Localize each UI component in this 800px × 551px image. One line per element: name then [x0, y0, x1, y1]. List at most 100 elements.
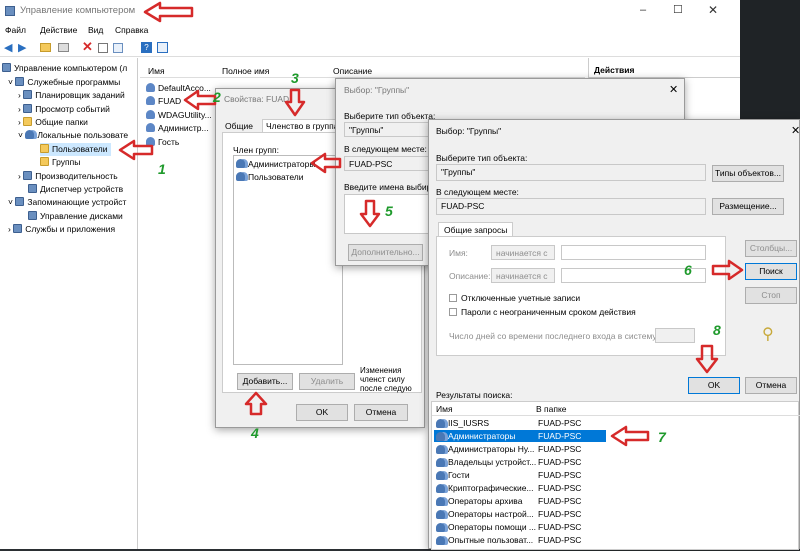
days-since-logon-label: Число дней со времени последнего входа в… [449, 331, 660, 341]
list-item[interactable]: Администраторы [236, 158, 315, 171]
list-item[interactable]: DefaultAcco... [146, 82, 211, 95]
step-number-5: 5 [385, 203, 393, 219]
close-icon[interactable]: ✕ [708, 3, 718, 17]
tree-item-groups[interactable]: Группы [40, 156, 80, 169]
location-label: В следующем месте: [344, 144, 427, 154]
column-name[interactable]: Имя [436, 404, 453, 414]
console-tree: Управление компьютером (л ˅ Служебные пр… [0, 58, 138, 549]
menu-action[interactable]: Действие [40, 25, 77, 35]
maximize-icon[interactable]: ☐ [673, 3, 683, 16]
tree-item-task-scheduler[interactable]: › Планировщик заданий [18, 89, 125, 102]
list-item[interactable]: WDAGUtility... [146, 109, 212, 122]
tree-item-device-manager[interactable]: Диспетчер устройств [28, 183, 123, 196]
name-input[interactable] [561, 245, 706, 260]
step-number-6: 6 [684, 262, 692, 278]
delete-icon[interactable]: ✕ [82, 39, 93, 55]
table-row[interactable]: Операторы настрой... FUAD-PSC [434, 508, 602, 520]
device-icon [28, 184, 37, 193]
tree-item-computer-management[interactable]: Управление компьютером (л [2, 62, 127, 75]
menu-bar: Файл Действие Вид Справка [0, 23, 740, 38]
remove-button[interactable]: Удалить [299, 373, 355, 390]
table-row[interactable]: Опытные пользоват... FUAD-PSC [434, 534, 602, 546]
menu-view[interactable]: Вид [88, 25, 103, 35]
refresh-icon[interactable] [113, 43, 123, 53]
table-row[interactable]: Гости FUAD-PSC [434, 469, 602, 481]
tab-common-queries[interactable]: Общие запросы [438, 222, 514, 237]
group-icon [436, 445, 445, 454]
disabled-accounts-checkbox[interactable]: Отключенные учетные записи [449, 293, 580, 303]
columns-button[interactable]: Столбцы... [745, 240, 797, 257]
description-condition-select[interactable]: начинается с [491, 268, 555, 283]
computer-icon [2, 63, 11, 72]
ok-button[interactable]: OK [296, 404, 348, 421]
cancel-button[interactable]: Отмена [354, 404, 408, 421]
group-icon [436, 484, 445, 493]
column-description[interactable]: Описание [333, 66, 372, 76]
result-folder: FUAD-PSC [538, 444, 582, 454]
tree-item-storage[interactable]: ˅ Запоминающие устройст [8, 196, 126, 209]
tree-item-performance[interactable]: › Производительность [18, 170, 118, 183]
table-row[interactable]: IIS_IUSRS FUAD-PSC [434, 417, 602, 429]
stop-button[interactable]: Стоп [745, 287, 797, 304]
list-item[interactable]: Пользователи [236, 171, 303, 184]
tree-item-local-users[interactable]: ˅ Локальные пользовате [18, 129, 128, 142]
tree-item-users[interactable]: Пользователи [40, 143, 112, 156]
tree-item-shared-folders[interactable]: › Общие папки [18, 116, 88, 129]
list-item[interactable]: Гость [146, 136, 179, 149]
help-icon[interactable]: ? [141, 42, 152, 53]
minimize-icon[interactable]: – [640, 4, 646, 16]
list-item[interactable]: FUAD [146, 95, 181, 108]
table-row[interactable]: Администраторы FUAD-PSC [434, 430, 606, 442]
tree-item-services[interactable]: › Службы и приложения [8, 223, 115, 236]
group-icon [436, 419, 445, 428]
results-header: Имя В папке [432, 402, 800, 416]
ok-button[interactable]: OK [688, 377, 740, 394]
services-icon [13, 224, 23, 233]
up-folder-icon[interactable] [40, 43, 51, 52]
non-expiring-passwords-checkbox[interactable]: Пароли с неограниченным сроком действия [449, 307, 636, 317]
member-of-label: Член групп: [233, 145, 279, 155]
days-since-logon-select[interactable] [655, 328, 695, 343]
close-icon[interactable]: ✕ [791, 124, 800, 137]
table-row[interactable]: Операторы архива FUAD-PSC [434, 495, 602, 507]
table-row[interactable]: Владельцы устройст... FUAD-PSC [434, 456, 602, 468]
result-name: Криптографические... [448, 483, 534, 493]
forward-icon[interactable]: ▶ [18, 41, 26, 54]
menu-help[interactable]: Справка [115, 25, 148, 35]
console-icon[interactable] [58, 43, 69, 52]
back-icon[interactable]: ◀ [4, 41, 12, 54]
name-condition-select[interactable]: начинается с [491, 245, 555, 260]
column-folder[interactable]: В папке [536, 404, 567, 414]
table-row[interactable]: Криптографические... FUAD-PSC [434, 482, 602, 494]
result-name: Гости [448, 470, 470, 480]
add-button[interactable]: Добавить... [237, 373, 293, 390]
menu-file[interactable]: Файл [5, 25, 26, 35]
close-icon[interactable]: ✕ [669, 83, 678, 96]
change-note: Изменения членст силу после следую польз… [360, 366, 412, 393]
checkbox-icon [449, 294, 457, 302]
result-name: Операторы архива [448, 496, 523, 506]
locations-button[interactable]: Размещение... [712, 198, 784, 215]
panel-icon[interactable] [157, 42, 168, 53]
users-icon [25, 130, 35, 139]
object-types-button[interactable]: Типы объектов... [712, 165, 784, 182]
column-name[interactable]: Имя [148, 66, 165, 76]
performance-icon [23, 171, 33, 180]
search-button[interactable]: Поиск [745, 263, 797, 280]
tree-item-system-tools[interactable]: ˅ Служебные программы [8, 76, 120, 89]
column-full-name[interactable]: Полное имя [222, 66, 269, 76]
cancel-button[interactable]: Отмена [745, 377, 797, 394]
toolbar: ◀ ▶ ✕ ? [0, 39, 740, 57]
title-bar: Управление компьютером – ☐ ✕ [0, 0, 740, 22]
location-field: FUAD-PSC [344, 156, 429, 171]
tree-item-event-viewer[interactable]: › Просмотр событий [18, 103, 110, 116]
table-row[interactable]: Администраторы Ну... FUAD-PSC [434, 443, 602, 455]
tree-item-disk-management[interactable]: Управление дисками [28, 210, 123, 223]
result-name: Операторы настрой... [448, 509, 534, 519]
table-row[interactable]: Операторы помощи ... FUAD-PSC [434, 521, 602, 533]
tab-general[interactable]: Общие [225, 121, 253, 131]
properties-icon[interactable] [98, 43, 108, 53]
result-folder: FUAD-PSC [538, 522, 582, 532]
advanced-button[interactable]: Дополнительно... [348, 244, 423, 261]
list-item[interactable]: Администр... [146, 122, 209, 135]
